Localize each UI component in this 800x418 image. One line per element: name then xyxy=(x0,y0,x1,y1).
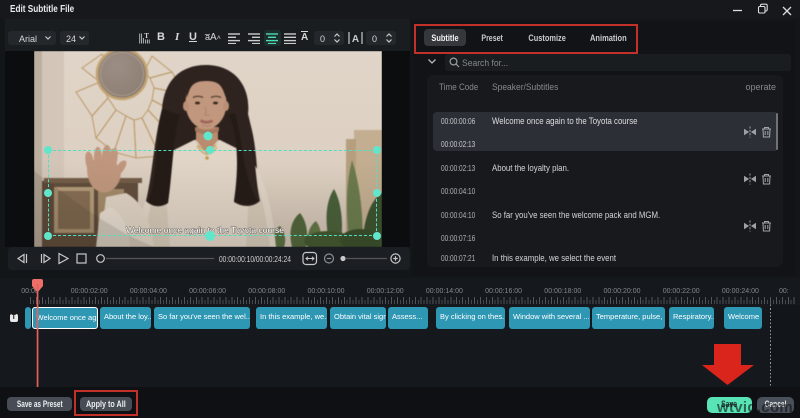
svg-text:A: A xyxy=(352,34,359,45)
svg-text:T: T xyxy=(144,33,149,40)
